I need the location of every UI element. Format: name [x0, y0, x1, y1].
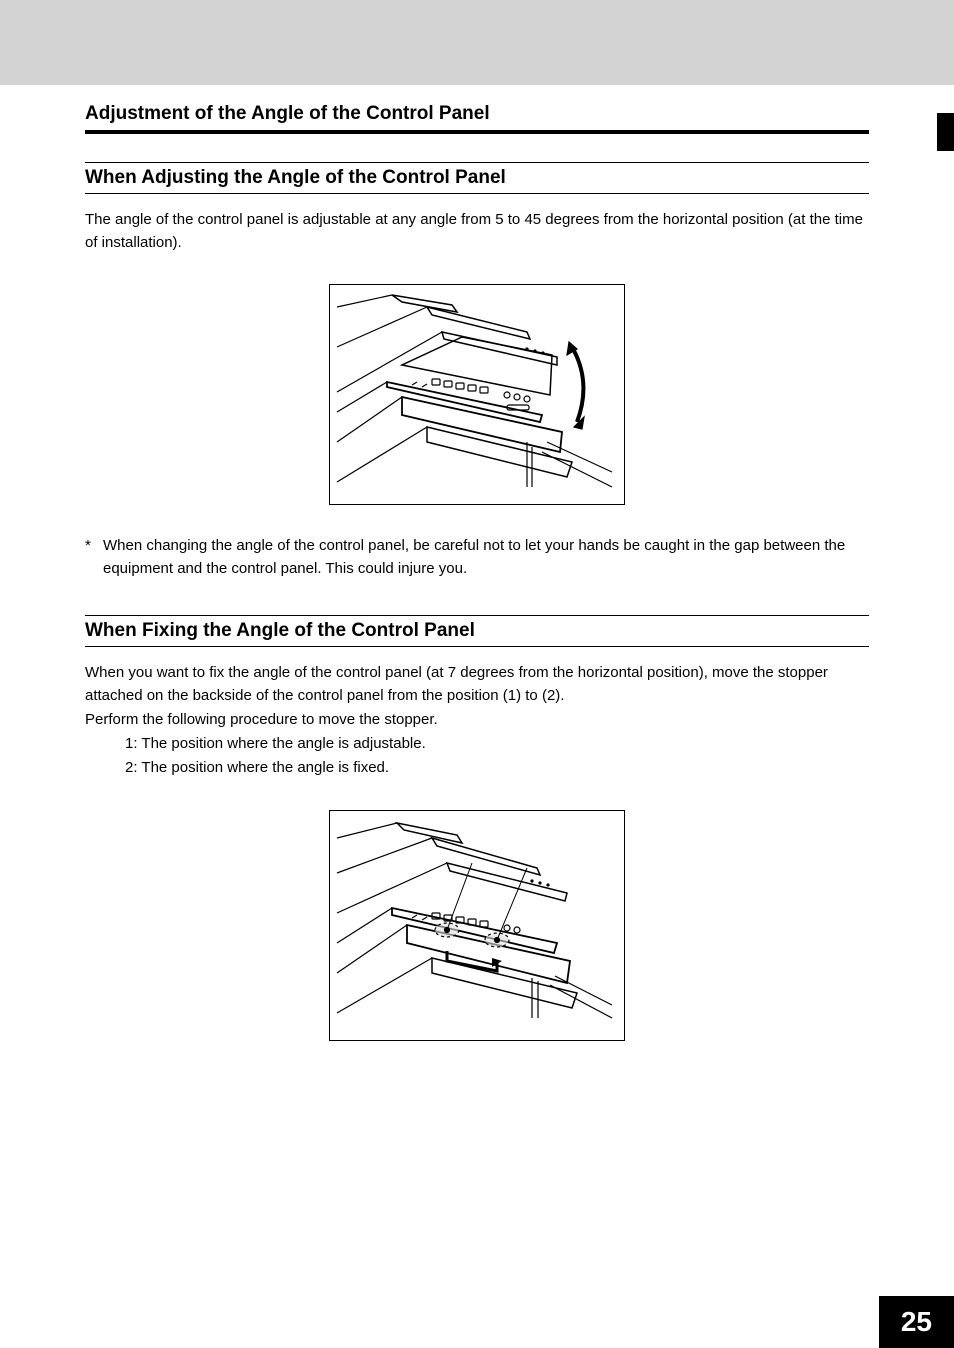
section1-body: The angle of the control panel is adjust… [85, 209, 869, 254]
section2-list2: 2: The position where the angle is fixed… [125, 756, 869, 780]
page-content: Adjustment of the Angle of the Control P… [0, 103, 954, 1041]
section2-heading: When Fixing the Angle of the Control Pan… [85, 615, 869, 647]
figure1-box [329, 284, 625, 505]
header-band [0, 0, 954, 85]
note-body: When changing the angle of the control p… [103, 535, 869, 580]
figure1-container [85, 284, 869, 505]
section1-heading: When Adjusting the Angle of the Control … [85, 162, 869, 194]
section2-list1: 1: The position where the angle is adjus… [125, 732, 869, 756]
figure2-container [85, 810, 869, 1041]
control-panel-fix-illustration-icon [332, 813, 622, 1033]
section2-body1: When you want to fix the angle of the co… [85, 662, 869, 707]
control-panel-angle-illustration-icon [332, 287, 622, 497]
figure2-box [329, 810, 625, 1041]
section1-note: * When changing the angle of the control… [85, 535, 869, 580]
page-number: 25 [879, 1296, 954, 1348]
section2-body2: Perform the following procedure to move … [85, 709, 869, 732]
page-title: Adjustment of the Angle of the Control P… [85, 103, 869, 134]
section-tab [937, 113, 954, 151]
note-marker: * [85, 535, 103, 580]
